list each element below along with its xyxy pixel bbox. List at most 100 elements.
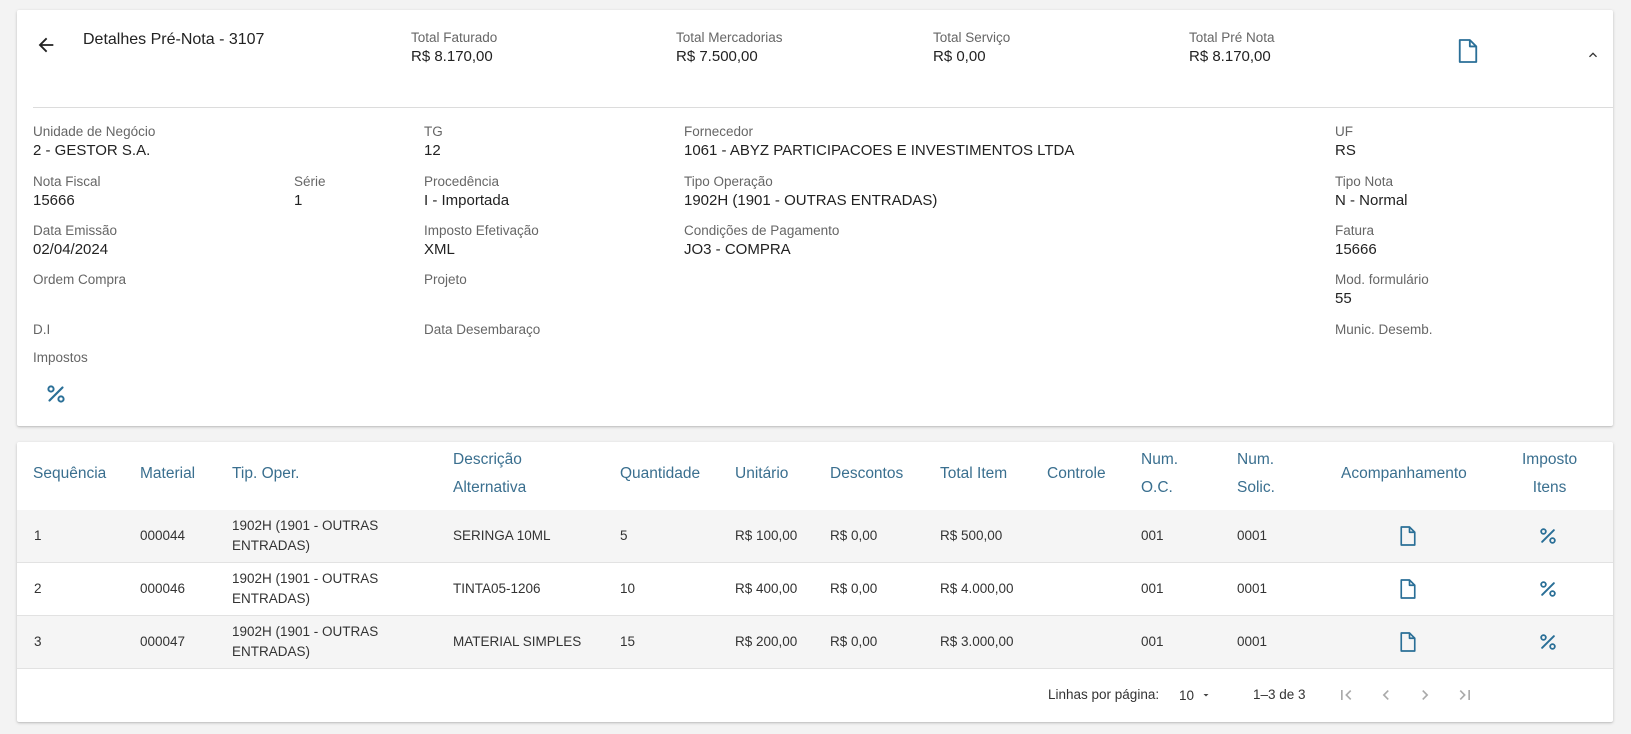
field-value: 15666 xyxy=(1335,241,1377,258)
col-imposto-line1: Imposto xyxy=(1522,451,1578,468)
total-servico: Total Serviço R$ 0,00 xyxy=(933,30,1010,65)
col-num-solic-line1: Num. xyxy=(1237,451,1275,468)
field-tipo-nota: Tipo Nota N - Normal xyxy=(1335,174,1408,209)
field-mod-formulario: Mod. formulário 55 xyxy=(1335,272,1429,307)
percent-icon xyxy=(1540,634,1556,650)
field-value: 55 xyxy=(1335,290,1352,307)
col-num-oc-line1: Num. xyxy=(1141,451,1179,468)
field-label: Série xyxy=(294,174,326,189)
cell-num-oc: 001 xyxy=(1141,581,1164,596)
cell-sequencia: 2 xyxy=(34,581,42,596)
total-label: Total Serviço xyxy=(933,30,1011,45)
col-unitario[interactable]: Unitário xyxy=(735,460,788,488)
table-row[interactable]: 1 000044 1902H (1901 - OUTRAS ENTRADAS) … xyxy=(17,510,1613,563)
col-acompanhamento[interactable]: Acompanhamento xyxy=(1341,460,1467,488)
caret-down-icon xyxy=(1203,694,1209,697)
total-label: Total Pré Nota xyxy=(1189,30,1275,45)
col-total-item[interactable]: Total Item xyxy=(940,460,1007,488)
field-label: Projeto xyxy=(424,272,467,287)
cell-total: R$ 500,00 xyxy=(940,528,1003,543)
field-nota-fiscal: Nota Fiscal 15666 xyxy=(33,174,101,209)
cell-num-oc: 001 xyxy=(1141,528,1164,543)
cell-sequencia: 1 xyxy=(34,528,42,543)
field-label: Nota Fiscal xyxy=(33,174,101,189)
col-imposto-itens[interactable]: Imposto Itens xyxy=(1522,446,1577,502)
table-row[interactable]: 3 000047 1902H (1901 - OUTRAS ENTRADAS) … xyxy=(17,616,1613,669)
collapse-button[interactable] xyxy=(1581,43,1605,67)
cell-descontos: R$ 0,00 xyxy=(830,634,878,649)
cell-unitario: R$ 200,00 xyxy=(735,634,798,649)
col-num-solic-line2: Solic. xyxy=(1237,479,1275,496)
field-value: N - Normal xyxy=(1335,192,1408,209)
next-page-button[interactable] xyxy=(1410,680,1440,710)
field-label: Data Emissão xyxy=(33,223,118,238)
rows-per-page-label: Linhas por página: xyxy=(1048,687,1160,702)
cell-quantidade: 10 xyxy=(620,581,636,596)
acompanhamento-button[interactable] xyxy=(1393,521,1423,551)
field-value: I - Importada xyxy=(424,192,510,209)
cell-tip-oper: 1902H (1901 - OUTRAS ENTRADAS) xyxy=(232,518,379,553)
rows-per-page-select[interactable]: 10 xyxy=(1179,683,1212,707)
col-material[interactable]: Material xyxy=(140,460,195,488)
col-descontos[interactable]: Descontos xyxy=(830,460,903,488)
field-label: Fatura xyxy=(1335,223,1375,238)
total-mercadorias: Total Mercadorias R$ 7.500,00 xyxy=(676,30,783,65)
cell-descontos: R$ 0,00 xyxy=(830,528,878,543)
cell-unitario: R$ 400,00 xyxy=(735,581,798,596)
acompanhamento-button[interactable] xyxy=(1393,574,1423,604)
field-label: Fornecedor xyxy=(684,124,754,139)
arrow-left-icon xyxy=(38,37,54,53)
field-label: UF xyxy=(1335,124,1353,139)
col-descricao-line2: Alternativa xyxy=(453,479,527,496)
col-num-solic[interactable]: Num. Solic. xyxy=(1237,446,1275,502)
field-label: Unidade de Negócio xyxy=(33,124,156,139)
first-page-button[interactable] xyxy=(1331,680,1361,710)
field-fatura: Fatura 15666 xyxy=(1335,223,1377,258)
previous-page-button[interactable] xyxy=(1371,680,1401,710)
cell-num-solic: 0001 xyxy=(1237,634,1268,649)
imposto-itens-button[interactable] xyxy=(1533,574,1563,604)
total-value: R$ 7.500,00 xyxy=(676,48,758,65)
col-imposto-line2: Itens xyxy=(1532,479,1567,496)
total-value: R$ 8.170,00 xyxy=(1189,48,1271,65)
imposto-itens-button[interactable] xyxy=(1533,627,1563,657)
total-label: Total Mercadorias xyxy=(676,30,783,45)
total-label: Total Faturado xyxy=(411,30,498,45)
col-controle[interactable]: Controle xyxy=(1047,460,1106,488)
percent-icon xyxy=(47,385,65,403)
document-button[interactable] xyxy=(1453,36,1483,66)
chevron-right-icon xyxy=(1422,690,1429,700)
field-serie: Série 1 xyxy=(294,174,326,209)
cell-descricao: MATERIAL SIMPLES xyxy=(453,634,582,649)
cell-unitario: R$ 100,00 xyxy=(735,528,798,543)
imposto-itens-button[interactable] xyxy=(1533,521,1563,551)
impostos-button[interactable] xyxy=(41,379,71,409)
last-page-button[interactable] xyxy=(1450,680,1480,710)
table-row[interactable]: 2 000046 1902H (1901 - OUTRAS ENTRADAS) … xyxy=(17,563,1613,616)
col-num-oc[interactable]: Num. O.C. xyxy=(1141,446,1178,502)
cell-descricao: TINTA05-1206 xyxy=(453,581,541,596)
cell-tip-oper: 1902H (1901 - OUTRAS ENTRADAS) xyxy=(232,624,379,659)
cell-material: 000046 xyxy=(140,581,186,596)
back-button[interactable] xyxy=(31,30,61,60)
cell-descontos: R$ 0,00 xyxy=(830,581,878,596)
document-icon xyxy=(1458,39,1478,63)
cell-num-solic: 0001 xyxy=(1237,528,1268,543)
field-value: 1 xyxy=(294,192,303,209)
col-sequencia[interactable]: Sequência xyxy=(33,460,106,488)
field-di: D.I xyxy=(33,322,50,337)
col-tip-oper[interactable]: Tip. Oper. xyxy=(232,460,299,488)
field-label: Procedência xyxy=(424,174,500,189)
cell-total: R$ 3.000,00 xyxy=(940,634,1014,649)
cell-descricao: SERINGA 10ML xyxy=(453,528,551,543)
total-pre-nota: Total Pré Nota R$ 8.170,00 xyxy=(1189,30,1275,65)
field-condicoes: Condições de Pagamento JO3 - COMPRA xyxy=(684,223,839,258)
col-descricao[interactable]: Descrição Alternativa xyxy=(453,446,526,502)
total-value: R$ 0,00 xyxy=(933,48,986,65)
cell-num-oc: 001 xyxy=(1141,634,1164,649)
acompanhamento-button[interactable] xyxy=(1393,627,1423,657)
col-quantidade[interactable]: Quantidade xyxy=(620,460,700,488)
field-imposto-efetivacao: Imposto Efetivação XML xyxy=(424,223,539,258)
field-value: RS xyxy=(1335,142,1356,159)
field-label: Imposto Efetivação xyxy=(424,223,539,238)
